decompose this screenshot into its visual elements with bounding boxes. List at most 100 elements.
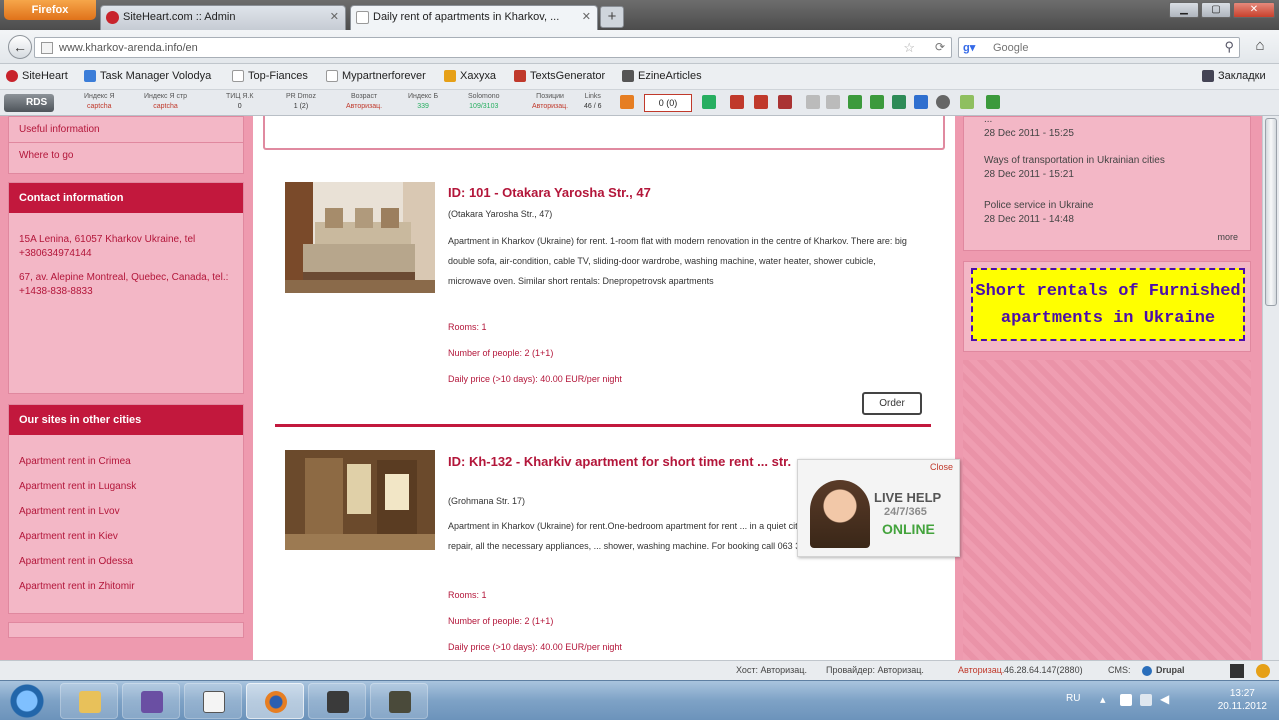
bookmark-mypartnerforever[interactable]: Mypartnerforever [326,70,426,82]
rds-button[interactable]: RDS [4,94,54,112]
taskbar-app[interactable] [308,683,366,719]
cities-list: Apartment rent in Crimea Apartment rent … [9,435,243,599]
live-help-widget[interactable]: Close LIVE HELP 24/7/365 ONLINE [797,459,960,557]
back-button[interactable]: ← [8,35,32,59]
pencil-icon[interactable] [848,95,862,109]
google-icon[interactable]: g▾ [963,41,977,55]
google-plus-counter[interactable]: 0 (0) [644,94,692,112]
more-news-link[interactable]: more [1217,232,1238,242]
bookmark-ezinearticles[interactable]: EzineArticles [622,70,702,82]
seo-solomono[interactable]: Solomono 109/3103 [468,92,500,112]
search-input[interactable] [993,40,1213,56]
operator-avatar [810,480,870,548]
tab-kharkov-arenda[interactable]: Daily rent of apartments in Kharkov, ...… [350,5,598,30]
new-tab-button[interactable]: + [600,6,624,28]
tab-bar: Firefox SiteHeart.com :: Admin ✕ Daily r… [0,0,1279,30]
news-item[interactable]: Ways of transportation in Ukrainian citi… [984,154,1165,182]
short-rentals-banner[interactable]: Short rentals of Furnished apartments in… [971,268,1245,341]
bookmarks-menu[interactable]: Закладки [1202,70,1266,82]
database-icon[interactable] [914,95,928,109]
url-input[interactable] [59,40,899,56]
firefox-menu-button[interactable]: Firefox [4,0,96,20]
address-bar[interactable]: ☆ ⟳ [34,37,952,58]
listing-photo-room[interactable] [285,450,435,550]
city-link-crimea[interactable]: Apartment rent in Crimea [9,449,243,474]
navigation-bar: ← ☆ ⟳ g▾ ⚲ ⌂ [0,30,1279,64]
taskbar-explorer[interactable] [60,683,118,719]
bookmark-task-manager[interactable]: Task Manager Volodya [84,70,211,82]
share-icon[interactable] [778,95,792,109]
listing-title-link[interactable]: ID: 101 - Otakara Yarosha Str., 47 [448,185,651,200]
city-link-zhitomir[interactable]: Apartment rent in Zhitomir [9,574,243,599]
minimize-button[interactable]: ▁ [1169,2,1199,18]
check-icon[interactable] [986,95,1000,109]
seo-bing-index[interactable]: Индекс Б 339 [408,92,438,112]
bookmark-siteheart[interactable]: SiteHeart [6,70,68,82]
maximize-button[interactable]: ▢ [1201,2,1231,18]
seo-age[interactable]: Возраст Авторизац. [346,92,382,112]
vertical-scrollbar[interactable] [1262,116,1279,660]
seo-positions[interactable]: Позиции Авторизац. [532,92,568,112]
seo-tic[interactable]: ТИЦ Я.К 0 [226,92,254,112]
city-link-odessa[interactable]: Apartment rent in Odessa [9,549,243,574]
status-ip: 46.28.64.147(2880) [1004,665,1083,675]
network-icon[interactable] [1140,694,1152,706]
gear-icon[interactable] [936,95,950,109]
red-icon[interactable] [730,95,744,109]
contact-address-canada: 67, av. Alepine Montreal, Quebec, Canada… [19,272,229,297]
search-box[interactable]: g▾ ⚲ [958,37,1240,58]
bookmark-xaxyxa[interactable]: Хахуха [444,70,496,82]
clock[interactable]: 13:27 20.11.2012 [1218,687,1267,713]
taskbar-visual-studio[interactable] [122,683,180,719]
taskbar-firefox[interactable] [246,683,304,719]
scrollbar-thumb[interactable] [1265,118,1277,306]
close-tab-icon[interactable]: ✕ [330,6,339,29]
tab-siteheart[interactable]: SiteHeart.com :: Admin ✕ [100,5,346,30]
app-icon [389,691,411,713]
volume-icon[interactable]: ◀ [1160,692,1169,706]
listing-photo-sofa[interactable] [285,182,435,293]
grid-icon[interactable] [806,95,820,109]
taskbar-notepad[interactable] [184,683,242,719]
where-to-go-link[interactable]: Where to go [9,143,243,168]
city-link-lvov[interactable]: Apartment rent in Lvov [9,499,243,524]
close-window-button[interactable]: ✕ [1233,2,1275,18]
bookmark-textsgenerator[interactable]: TextsGenerator [514,70,605,82]
reload-icon[interactable]: ⟳ [935,40,945,54]
city-link-lugansk[interactable]: Apartment rent in Lugansk [9,474,243,499]
no-script-icon[interactable] [1230,664,1244,678]
close-tab-icon[interactable]: ✕ [582,6,591,29]
chart-icon[interactable] [892,95,906,109]
fox-icon[interactable] [620,95,634,109]
news-item[interactable]: ... 28 Dec 2011 - 15:25 [984,116,1074,141]
useful-information-link[interactable]: Useful information [9,117,243,143]
green-icon[interactable] [702,95,716,109]
news-title: Ways of transportation in Ukrainian citi… [984,155,1165,166]
status-auth[interactable]: Авторизац. [958,665,1004,675]
news-item[interactable]: Police service in Ukraine 28 Dec 2011 - … [984,199,1094,227]
grid-icon[interactable] [826,95,840,109]
tag-icon[interactable] [960,95,974,109]
tray-arrow-icon[interactable]: ▴ [1100,693,1106,706]
seo-links[interactable]: Links 46 / 6 [584,92,602,112]
red-icon[interactable] [754,95,768,109]
city-link-kiev[interactable]: Apartment rent in Kiev [9,524,243,549]
seo-yandex-index[interactable]: Индекс Яcaptcha [84,92,115,112]
bookmarks-icon [1202,70,1214,82]
seo-pr-dmoz[interactable]: PR Dmoz 1 (2) [286,92,316,112]
language-indicator[interactable]: RU [1066,693,1080,704]
bookmark-top-fiances[interactable]: Top-Fiances [232,70,308,82]
live-help-status: ONLINE [882,521,935,537]
seo-yandex-pages[interactable]: Индекс Я стр captcha [144,92,187,112]
home-icon[interactable]: ⌂ [1250,37,1270,57]
taskbar-app[interactable] [370,683,428,719]
order-button[interactable]: Order [862,392,922,415]
start-button[interactable] [4,683,50,719]
drupal-icon [1142,666,1152,676]
refresh-icon[interactable] [870,95,884,109]
search-icon[interactable]: ⚲ [1224,39,1234,55]
addon-icon[interactable] [1256,664,1270,678]
flag-icon[interactable] [1120,694,1132,706]
bookmark-star-icon[interactable]: ☆ [903,40,915,56]
live-help-close-link[interactable]: Close [930,462,953,472]
